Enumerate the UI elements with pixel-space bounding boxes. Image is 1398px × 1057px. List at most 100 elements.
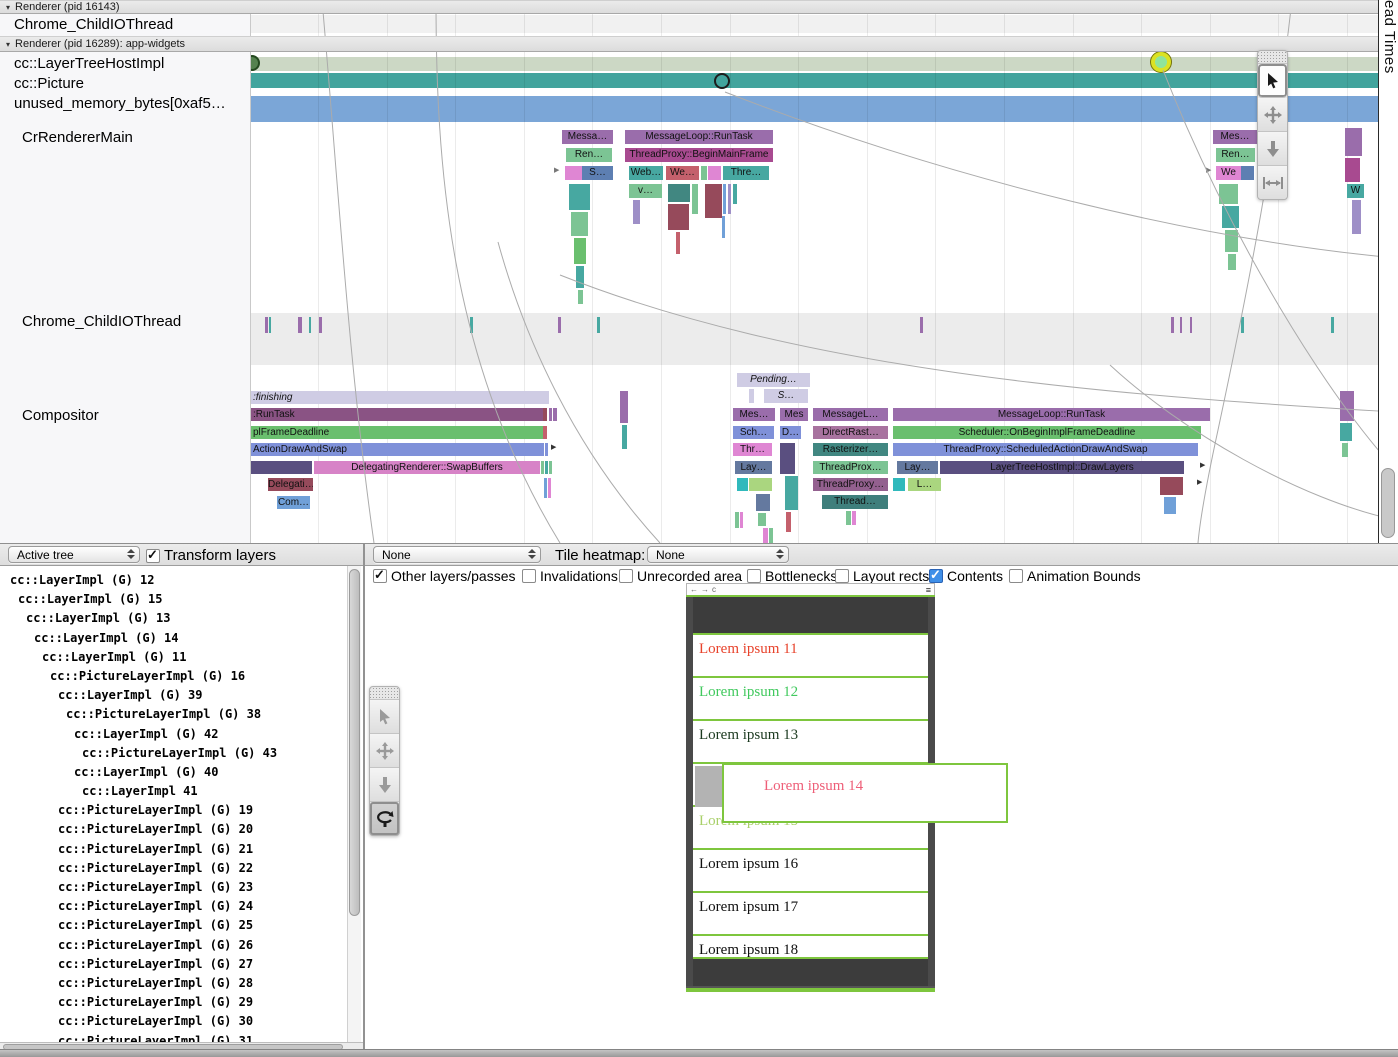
layer-tree-item[interactable]: cc::PictureLayerImpl (G) 23 (0, 878, 347, 897)
trace-event-bar[interactable]: ThreadProxy::ScheduledActionDrawAndSwap (893, 443, 1198, 456)
trace-event-bar[interactable]: We (1216, 166, 1241, 180)
layer-tree-item[interactable]: cc::PictureLayerImpl (G) 19 (0, 801, 347, 820)
trace-event-bar[interactable] (574, 238, 586, 264)
trace-event-bar[interactable] (722, 216, 725, 238)
tree-type-select[interactable]: Active tree (8, 546, 140, 563)
trace-event-bar[interactable] (622, 425, 627, 449)
trace-instant-tick[interactable] (1171, 317, 1174, 333)
trace-event-bar[interactable] (758, 513, 766, 526)
trace-event-bar[interactable] (250, 461, 312, 474)
trace-event-bar[interactable] (740, 512, 743, 528)
trace-event-bar[interactable]: Ren… (1216, 148, 1255, 162)
trace-event-bar[interactable] (1219, 184, 1238, 204)
collapse-triangle-icon[interactable]: ▾ (6, 40, 10, 49)
collapse-triangle-icon[interactable]: ▾ (6, 3, 10, 12)
trace-event-bar[interactable] (1228, 254, 1236, 270)
trace-event-bar[interactable] (728, 184, 731, 214)
trace-event-bar[interactable]: Web… (629, 166, 663, 180)
scrollbar-thumb[interactable] (349, 569, 360, 916)
layer-tree-item[interactable]: cc::PictureLayerImpl (G) 16 (0, 667, 347, 686)
layer-tree-item[interactable]: cc::PictureLayerImpl (G) 22 (0, 859, 347, 878)
trace-event-bar[interactable]: Ren… (566, 148, 612, 162)
trace-event-bar[interactable] (541, 461, 544, 474)
trace-event-bar[interactable]: W (1347, 184, 1364, 198)
trace-event-bar[interactable] (543, 426, 547, 439)
layer-tree-item[interactable]: cc::PictureLayerImpl (G) 30 (0, 1012, 347, 1031)
process-header[interactable]: ▾Renderer (pid 16289): app-widgets (0, 36, 1378, 52)
trace-event-bar[interactable] (769, 528, 773, 543)
trace-event-bar[interactable]: MessageLoop::RunTask (893, 408, 1210, 421)
trace-event-bar[interactable] (549, 461, 552, 474)
trace-event-bar[interactable] (569, 184, 590, 210)
trace-event-bar[interactable] (548, 478, 551, 498)
trace-instant-tick[interactable] (597, 317, 600, 333)
layer-tree-item[interactable]: cc::PictureLayerImpl (G) 29 (0, 993, 347, 1012)
tile-heatmap-select[interactable]: None (647, 546, 789, 563)
layer-tree-item[interactable]: cc::LayerImpl (G) 12 (0, 571, 347, 590)
trace-event-bar[interactable] (893, 478, 905, 491)
trace-event-bar[interactable] (576, 266, 584, 288)
trace-event-bar[interactable] (705, 184, 722, 218)
trace-event-bar[interactable]: ThreadProx… (813, 461, 888, 474)
layer-tree-item[interactable]: cc::PictureLayerImpl (G) 21 (0, 840, 347, 859)
transform-layers-checkbox[interactable]: Transform layers (146, 547, 276, 564)
trace-event-bar[interactable] (733, 184, 737, 204)
layer-tree-item[interactable]: cc::LayerImpl 41 (0, 782, 347, 801)
layer-tree-item[interactable]: cc::LayerImpl (G) 42 (0, 725, 347, 744)
layer-tree-item[interactable]: cc::PictureLayerImpl (G) 26 (0, 936, 347, 955)
track-label[interactable]: Chrome_ChildIOThread (14, 16, 173, 33)
track-label[interactable]: unused_memory_bytes[0xaf5… (14, 95, 226, 112)
trace-event-bar[interactable]: Messa… (562, 130, 613, 144)
layer-tree-item[interactable]: cc::LayerImpl (G) 13 (0, 609, 347, 628)
trace-event-bar[interactable]: Mes (780, 408, 808, 421)
trace-event-bar[interactable] (668, 184, 690, 202)
trace-event-bar[interactable]: ThreadProxy… (813, 478, 888, 491)
trace-event-bar[interactable]: MessageLoop::RunTask (625, 130, 773, 144)
trace-event-bar[interactable] (565, 166, 582, 180)
pan-tool-button[interactable] (1258, 98, 1287, 132)
trace-event-bar[interactable] (846, 511, 851, 525)
trace-instant-tick[interactable] (470, 317, 473, 333)
trace-event-bar[interactable] (1340, 423, 1352, 441)
toolbar-drag-handle[interactable] (1258, 51, 1287, 64)
overlay-option-checkbox[interactable]: Other layers/passes (373, 568, 516, 584)
trace-event-bar[interactable] (545, 461, 548, 474)
trace-event-bar[interactable]: ThreadProxy::BeginMainFrame (625, 148, 773, 162)
instant-event-circle[interactable] (1151, 52, 1171, 72)
track-label[interactable]: Compositor (22, 407, 99, 424)
trace-event-bar[interactable] (545, 443, 548, 456)
trace-event-bar[interactable] (786, 512, 791, 532)
zoom-tool-button[interactable] (370, 768, 399, 802)
process-header[interactable]: ▾Renderer (pid 16143) (0, 0, 1378, 14)
trace-event-bar[interactable]: MessageL… (813, 408, 888, 421)
select-tool-button[interactable] (370, 700, 399, 734)
layer-tree-item[interactable]: cc::LayerImpl (G) 40 (0, 763, 347, 782)
trace-event-bar[interactable]: We… (666, 166, 699, 180)
trace-instant-tick[interactable] (920, 317, 923, 333)
trace-event-bar[interactable]: DirectRast… (813, 426, 888, 439)
layer-tree-item[interactable]: cc::PictureLayerImpl (G) 38 (0, 705, 347, 724)
trace-event-bar[interactable] (668, 204, 689, 230)
trace-event-bar[interactable] (749, 478, 772, 491)
trace-event-bar[interactable]: Thre… (723, 166, 769, 180)
trace-event-bar[interactable] (633, 200, 640, 224)
pan-tool-button[interactable] (370, 734, 399, 768)
trace-event-bar[interactable] (620, 391, 628, 423)
trace-event-bar[interactable]: Lay… (735, 461, 772, 474)
overlay-option-checkbox[interactable]: Contents (929, 568, 1003, 584)
trace-event-bar[interactable]: :RunTask (250, 408, 544, 421)
trace-event-bar[interactable] (737, 478, 748, 491)
zoom-tool-button[interactable] (1258, 132, 1287, 166)
trace-event-bar[interactable] (549, 408, 552, 421)
trace-event-bar[interactable] (1342, 443, 1348, 457)
trace-event-bar[interactable] (1241, 166, 1254, 180)
overlay-option-checkbox[interactable]: Bottlenecks (747, 568, 837, 584)
panel-divider[interactable] (363, 544, 365, 1050)
trace-event-bar[interactable] (692, 184, 698, 214)
layer-tree-item[interactable]: cc::PictureLayerImpl (G) 20 (0, 820, 347, 839)
trace-event-bar[interactable]: Mes… (733, 408, 775, 421)
layer-tree-item[interactable]: cc::LayerImpl (G) 14 (0, 629, 347, 648)
trace-event-bar[interactable] (676, 232, 680, 254)
trace-instant-tick[interactable] (269, 317, 271, 333)
trace-event-bar[interactable] (578, 290, 583, 304)
